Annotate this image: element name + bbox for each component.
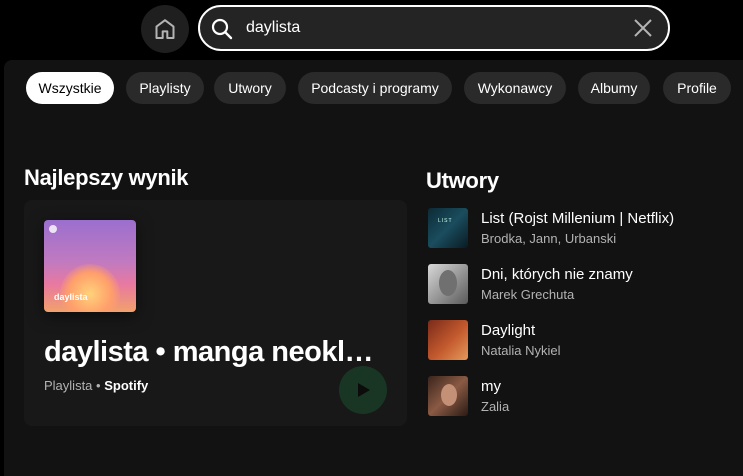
top-bar: daylista: [0, 0, 743, 60]
playlist-cover: daylista: [44, 220, 136, 312]
track-row[interactable]: my Zalia: [428, 376, 743, 420]
track-cover: [428, 264, 468, 304]
cover-portrait-icon: [441, 384, 457, 406]
filter-chip-label: Profile: [677, 80, 717, 96]
search-results-panel: Wszystkie Playlisty Utwory Podcasty i pr…: [4, 60, 743, 476]
track-cover: [428, 376, 468, 416]
cover-portrait-icon: [439, 270, 457, 296]
track-artist[interactable]: Marek Grechuta: [481, 287, 574, 302]
filter-chip-label: Wykonawcy: [477, 80, 553, 96]
track-artist[interactable]: Brodka, Jann, Urbanski: [481, 231, 616, 246]
home-button[interactable]: [141, 5, 189, 53]
filter-chip-albums[interactable]: Albumy: [578, 72, 650, 104]
top-result-card[interactable]: daylista daylista • manga neoklasyczny ś…: [24, 200, 407, 426]
search-icon: [211, 18, 233, 40]
filter-chip-label: Playlisty: [139, 80, 191, 96]
filter-chip-label: Utwory: [228, 80, 272, 96]
top-result-owner[interactable]: Spotify: [104, 378, 148, 393]
cover-art-text-icon: LIST: [438, 218, 453, 224]
cover-gradient-sun: [60, 264, 120, 312]
track-title[interactable]: my: [481, 378, 501, 395]
meta-separator: •: [96, 378, 101, 393]
home-icon: [155, 19, 175, 39]
filter-chip-all[interactable]: Wszystkie: [26, 72, 114, 104]
top-result-heading: Najlepszy wynik: [24, 165, 189, 190]
clear-search-icon[interactable]: [632, 17, 654, 39]
spotify-logo-icon: [49, 225, 57, 233]
track-artist[interactable]: Zalia: [481, 399, 509, 414]
track-row[interactable]: Dni, których nie znamy Marek Grechuta: [428, 264, 743, 308]
top-result-meta: Playlista • Spotify: [44, 378, 148, 393]
track-title[interactable]: Daylight: [481, 322, 535, 339]
track-title[interactable]: Dni, których nie znamy: [481, 266, 633, 283]
search-bar[interactable]: daylista: [198, 5, 670, 51]
tracks-heading: Utwory: [426, 168, 499, 193]
track-cover: LIST: [428, 208, 468, 248]
search-input[interactable]: daylista: [246, 19, 300, 37]
play-button[interactable]: [339, 366, 387, 414]
top-result-type: Playlista: [44, 378, 93, 393]
filter-chip-artists[interactable]: Wykonawcy: [464, 72, 566, 104]
cover-label: daylista: [54, 292, 88, 302]
track-title[interactable]: List (Rojst Millenium | Netflix): [481, 210, 674, 227]
filter-chip-tracks[interactable]: Utwory: [214, 72, 286, 104]
top-result-title[interactable]: daylista • manga neoklasyczny środa rano: [44, 336, 389, 369]
track-row[interactable]: Daylight Natalia Nykiel: [428, 320, 743, 364]
filter-chip-label: Wszystkie: [38, 80, 102, 96]
filter-chip-profiles[interactable]: Profile: [663, 72, 731, 104]
filter-chip-playlists[interactable]: Playlisty: [126, 72, 204, 104]
filter-chip-podcasts[interactable]: Podcasty i programy: [298, 72, 452, 104]
track-artist[interactable]: Natalia Nykiel: [481, 343, 560, 358]
filter-chip-label: Podcasty i programy: [311, 80, 439, 96]
play-icon: [358, 383, 370, 397]
track-row[interactable]: LIST List (Rojst Millenium | Netflix) Br…: [428, 208, 743, 252]
track-cover: [428, 320, 468, 360]
filter-chip-label: Albumy: [590, 80, 638, 96]
